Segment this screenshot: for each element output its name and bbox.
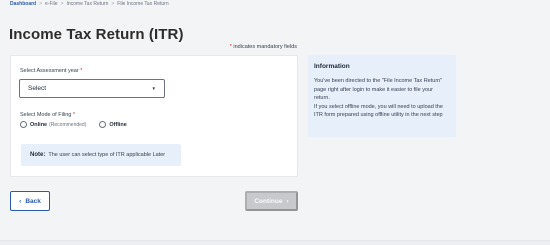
required-star: * [80, 68, 83, 74]
assessment-year-select[interactable]: Select ▼ [19, 79, 165, 98]
breadcrumb-income-tax-return[interactable]: Income Tax Return [66, 1, 108, 7]
breadcrumb-dashboard[interactable]: Dashboard [10, 1, 36, 7]
radio-offline-circle[interactable] [99, 121, 107, 128]
radio-online-label: Online [30, 121, 48, 128]
radio-online-circle[interactable] [20, 121, 27, 128]
information-paragraph: If you select offline mode, you will nee… [314, 103, 443, 119]
radio-online-hint: (Recommended) [49, 121, 87, 128]
chevron-right-icon: › [286, 197, 289, 205]
assessment-year-value: Select [28, 85, 47, 92]
breadcrumb-separator: > [39, 1, 43, 7]
filing-mode-label: Select Mode of Filing * [20, 112, 76, 118]
back-button-label: Back [25, 197, 41, 205]
mandatory-note-text: indicates mandatory fields [233, 44, 297, 50]
radio-offline[interactable]: Offline [99, 121, 127, 128]
note-box: Note: The user can select type of ITR ap… [21, 144, 181, 166]
page-title: Income Tax Return (ITR) [9, 26, 184, 43]
information-panel: Information You've been directed to the … [308, 55, 456, 137]
continue-button-label: Continue [254, 197, 283, 205]
continue-button[interactable]: Continue › [245, 191, 298, 211]
footer-divider [0, 240, 550, 245]
chevron-left-icon: ‹ [19, 197, 22, 205]
information-title: Information [314, 63, 350, 70]
filing-form-card: Select Assessment year * Select ▼ Select… [10, 55, 298, 177]
breadcrumb-current: File Income Tax Return [117, 1, 169, 7]
information-paragraph: You've been directed to the "File Income… [314, 78, 443, 101]
filing-mode-options: Online (Recommended) Offline [20, 121, 127, 128]
breadcrumb-separator: > [111, 1, 115, 7]
assessment-year-label: Select Assessment year * [20, 68, 83, 74]
breadcrumb-separator: > [60, 1, 64, 7]
breadcrumb: Dashboard > e-File > Income Tax Return > File … [10, 1, 169, 7]
breadcrumb-efile[interactable]: e-File [45, 1, 58, 7]
note-key: Note: [30, 152, 46, 158]
note-text: The user can select type of ITR applicab… [48, 152, 166, 158]
back-button[interactable]: ‹ Back [10, 191, 50, 211]
chevron-down-icon: ▼ [151, 86, 156, 91]
radio-online[interactable]: Online (Recommended) [20, 121, 86, 128]
information-body: You've been directed to the "File Income… [314, 77, 450, 120]
radio-offline-label: Offline [109, 121, 127, 128]
required-star: * [229, 44, 232, 50]
mandatory-note: * indicates mandatory fields [230, 44, 297, 50]
required-star: * [72, 112, 76, 118]
